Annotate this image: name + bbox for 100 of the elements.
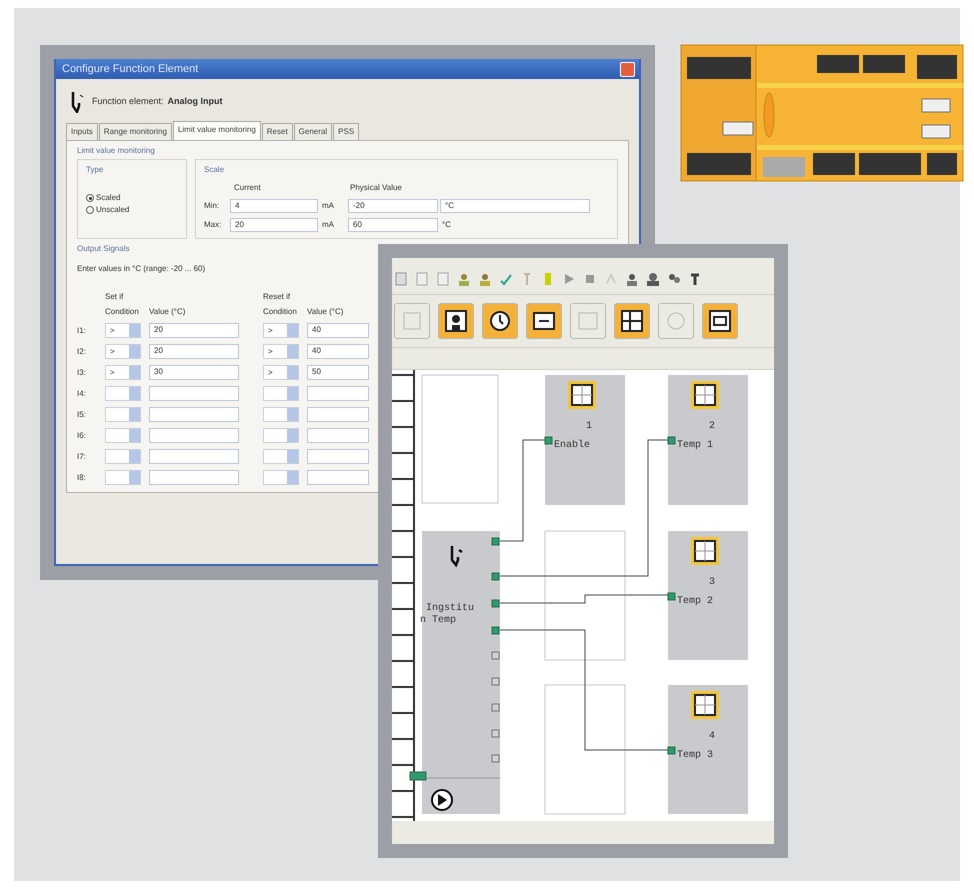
port[interactable] bbox=[492, 626, 500, 634]
tab[interactable]: Limit value monitoring bbox=[172, 121, 261, 140]
condition-dropdown[interactable] bbox=[263, 407, 299, 422]
input-field[interactable] bbox=[149, 449, 239, 464]
input-field[interactable] bbox=[307, 386, 369, 401]
input-field[interactable] bbox=[149, 428, 239, 443]
unit-label: mA bbox=[322, 218, 335, 230]
check-icon[interactable] bbox=[499, 272, 513, 286]
people-icon[interactable] bbox=[625, 272, 639, 286]
document-icon[interactable] bbox=[415, 272, 429, 286]
palette-button[interactable] bbox=[614, 303, 650, 339]
input-field[interactable]: -20 bbox=[348, 198, 438, 212]
condition-dropdown[interactable] bbox=[263, 386, 299, 401]
condition-dropdown[interactable]: > bbox=[263, 323, 299, 338]
port[interactable] bbox=[492, 600, 500, 608]
port[interactable] bbox=[492, 754, 500, 762]
window-title: Configure Function Element bbox=[62, 62, 198, 77]
input-field[interactable]: 4 bbox=[230, 198, 318, 212]
input-field[interactable] bbox=[307, 470, 369, 485]
document-icon[interactable] bbox=[436, 272, 450, 286]
input-field[interactable]: 50 bbox=[307, 365, 369, 380]
condition-dropdown[interactable] bbox=[263, 470, 299, 485]
grid-icon bbox=[620, 309, 644, 333]
tab[interactable]: Range monitoring bbox=[98, 123, 172, 140]
block-label: Enable bbox=[554, 440, 590, 451]
palette-button[interactable] bbox=[702, 303, 738, 339]
block-label: Ingstitu bbox=[426, 603, 474, 614]
people-icon[interactable] bbox=[667, 272, 681, 286]
port[interactable] bbox=[492, 704, 500, 712]
palette-button[interactable] bbox=[438, 303, 474, 339]
condition-dropdown[interactable]: > bbox=[263, 344, 299, 359]
function-block[interactable] bbox=[668, 685, 748, 814]
caret-icon bbox=[129, 324, 140, 337]
condition-dropdown[interactable] bbox=[105, 407, 141, 422]
palette-button[interactable] bbox=[482, 303, 518, 339]
person-icon[interactable] bbox=[457, 272, 471, 286]
input-field[interactable]: 60 bbox=[348, 218, 438, 232]
block-number: 3 bbox=[709, 577, 715, 588]
input-field[interactable] bbox=[307, 449, 369, 464]
people-icon[interactable] bbox=[646, 272, 660, 286]
function-block[interactable] bbox=[545, 375, 625, 505]
tab[interactable]: Inputs bbox=[66, 123, 98, 140]
condition-dropdown[interactable] bbox=[263, 428, 299, 443]
tab[interactable]: General bbox=[294, 123, 332, 140]
group-title: Limit value monitoring bbox=[77, 145, 156, 157]
input-field[interactable] bbox=[307, 407, 369, 422]
input-block[interactable] bbox=[422, 531, 500, 814]
document-icon[interactable] bbox=[394, 272, 408, 286]
caret-icon bbox=[287, 450, 298, 463]
input-field[interactable]: 30 bbox=[149, 365, 239, 380]
port[interactable] bbox=[410, 772, 426, 780]
caret-icon bbox=[129, 345, 140, 358]
input-field[interactable] bbox=[149, 470, 239, 485]
port[interactable] bbox=[492, 652, 500, 660]
function-block[interactable] bbox=[668, 375, 748, 505]
condition-dropdown[interactable] bbox=[263, 449, 299, 464]
group-title: Type bbox=[86, 164, 104, 176]
tab[interactable]: PSS bbox=[333, 123, 360, 140]
hint-text: Enter values in °C (range: -20 ... 60) bbox=[77, 263, 206, 275]
unit-label: mA bbox=[322, 200, 335, 212]
radio-button[interactable] bbox=[86, 206, 94, 214]
radio-button[interactable] bbox=[86, 194, 94, 202]
block-label: n Temp bbox=[420, 615, 456, 626]
port[interactable] bbox=[492, 572, 500, 580]
input-field[interactable]: 20 bbox=[149, 344, 239, 359]
unit-field[interactable]: °C bbox=[440, 198, 590, 212]
port[interactable] bbox=[492, 538, 500, 546]
column-group-title: Reset if bbox=[263, 291, 290, 303]
caret-icon bbox=[287, 471, 298, 484]
port[interactable] bbox=[544, 436, 552, 444]
port[interactable] bbox=[668, 746, 676, 754]
stop-icon[interactable] bbox=[583, 272, 597, 286]
close-icon[interactable] bbox=[620, 62, 635, 76]
person-icon[interactable] bbox=[478, 272, 492, 286]
block-label: Temp 3 bbox=[677, 750, 714, 761]
condition-dropdown[interactable] bbox=[105, 386, 141, 401]
palette-button[interactable] bbox=[526, 303, 562, 339]
function-block[interactable] bbox=[668, 531, 748, 660]
port[interactable] bbox=[668, 436, 676, 444]
tab[interactable]: Reset bbox=[262, 123, 293, 140]
input-field[interactable]: 40 bbox=[307, 323, 369, 338]
input-field[interactable] bbox=[149, 407, 239, 422]
condition-dropdown[interactable] bbox=[105, 449, 141, 464]
condition-dropdown[interactable]: > bbox=[263, 365, 299, 380]
port[interactable] bbox=[668, 592, 676, 600]
condition-dropdown[interactable]: > bbox=[105, 344, 141, 359]
port[interactable] bbox=[492, 730, 500, 738]
input-field[interactable] bbox=[149, 386, 239, 401]
block-number: 1 bbox=[586, 421, 592, 432]
condition-dropdown[interactable] bbox=[105, 428, 141, 443]
column-header: Physical Value bbox=[350, 182, 402, 194]
port[interactable] bbox=[492, 678, 500, 686]
input-field[interactable]: 20 bbox=[149, 323, 239, 338]
condition-dropdown[interactable]: > bbox=[105, 323, 141, 338]
input-field[interactable]: 40 bbox=[307, 344, 369, 359]
input-field[interactable] bbox=[307, 428, 369, 443]
input-field[interactable]: 20 bbox=[230, 218, 318, 232]
caret-icon bbox=[129, 429, 140, 442]
condition-dropdown[interactable]: > bbox=[105, 365, 141, 380]
condition-dropdown[interactable] bbox=[105, 470, 141, 485]
